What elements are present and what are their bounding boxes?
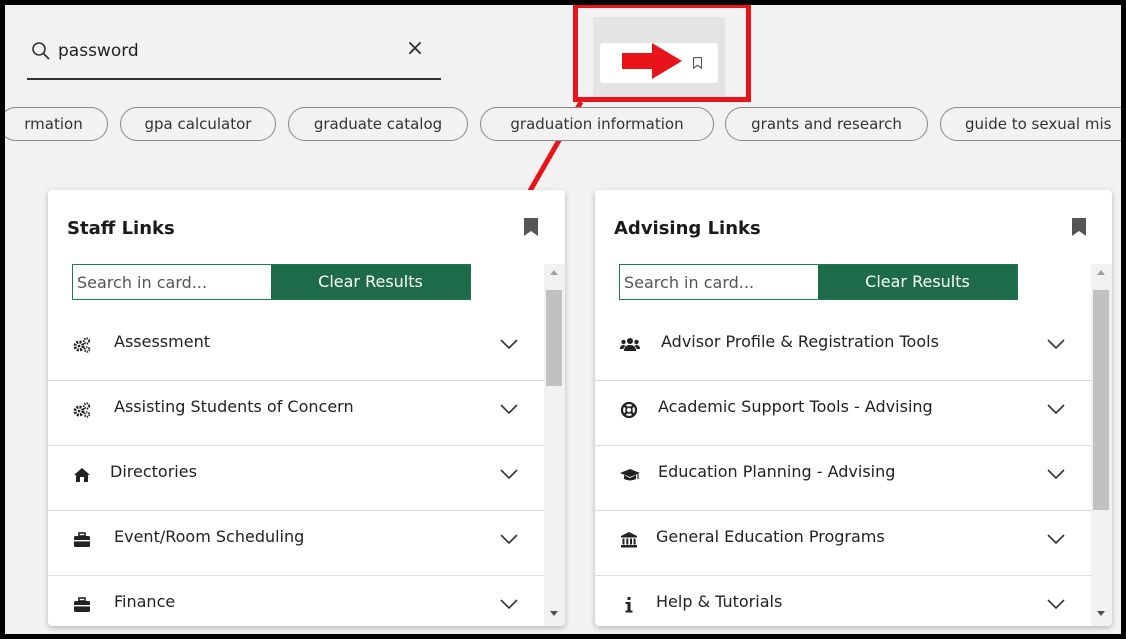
bookmark-icon[interactable] <box>524 218 538 236</box>
list-item-label: Directories <box>110 462 197 481</box>
app-frame: × rmation gpa calculator graduate catalo… <box>5 5 1121 634</box>
scrollbar-thumb[interactable] <box>546 290 562 386</box>
home-icon <box>74 468 90 482</box>
card-title: Advising Links <box>614 218 761 239</box>
clear-results-button[interactable]: Clear Results <box>271 265 470 299</box>
card-search: Clear Results <box>619 264 1018 300</box>
life-ring-icon <box>620 401 638 419</box>
list-item[interactable]: Help & Tutorials <box>595 576 1091 626</box>
list-item[interactable]: Education Planning - Advising <box>595 446 1091 511</box>
list-item-label: Finance <box>114 592 176 611</box>
chevron-down-icon <box>500 534 518 545</box>
briefcase-icon <box>74 597 90 612</box>
card-title: Staff Links <box>67 218 175 239</box>
list-item[interactable]: Assisting Students of Concern <box>48 381 544 446</box>
scroll-down-icon[interactable] <box>550 611 558 616</box>
search-input[interactable] <box>58 35 398 67</box>
link-list: Assessment Assisting Students of Concern… <box>48 316 544 626</box>
list-item[interactable]: Advisor Profile & Registration Tools <box>595 316 1091 381</box>
chevron-down-icon <box>500 404 518 415</box>
users-icon <box>620 338 640 351</box>
card-search-input[interactable] <box>620 265 818 299</box>
chevron-down-icon <box>500 599 518 610</box>
staff-links-card: Staff Links Clear Results Assessment <box>48 190 565 626</box>
clear-search-icon[interactable]: × <box>403 37 427 61</box>
scrollbar[interactable] <box>544 264 565 626</box>
search-icon <box>32 42 50 60</box>
list-item-label: Assisting Students of Concern <box>114 397 354 416</box>
chip[interactable]: guide to sexual mis <box>940 107 1121 141</box>
list-item-label: Help & Tutorials <box>656 592 783 611</box>
chip[interactable]: graduation information <box>480 107 714 141</box>
card-search: Clear Results <box>72 264 471 300</box>
list-item-label: Assessment <box>114 332 210 351</box>
list-item[interactable]: Academic Support Tools - Advising <box>595 381 1091 446</box>
list-item[interactable]: Assessment <box>48 316 544 381</box>
list-item-label: Academic Support Tools - Advising <box>658 397 933 416</box>
chip[interactable]: rmation <box>5 107 108 141</box>
bookmark-icon[interactable] <box>1072 218 1086 236</box>
annotation-highlight-box <box>573 5 751 102</box>
graduation-cap-icon <box>620 469 640 481</box>
scroll-up-icon[interactable] <box>1097 270 1105 275</box>
clear-results-button[interactable]: Clear Results <box>818 265 1017 299</box>
search-bar: × <box>27 35 441 80</box>
suggestion-chips: rmation gpa calculator graduate catalog … <box>5 107 1121 141</box>
chevron-down-icon <box>1047 404 1065 415</box>
card-search-input[interactable] <box>73 265 271 299</box>
list-item-label: Event/Room Scheduling <box>114 527 305 546</box>
advising-links-card: Advising Links Clear Results Advisor Pro… <box>595 190 1112 626</box>
list-item[interactable]: Finance <box>48 576 544 626</box>
list-item[interactable]: Directories <box>48 446 544 511</box>
cogs-icon <box>73 337 91 353</box>
briefcase-icon <box>74 532 90 547</box>
list-item-label: Education Planning - Advising <box>658 462 896 481</box>
chevron-down-icon <box>500 339 518 350</box>
university-icon <box>621 532 637 548</box>
chip[interactable]: grants and research <box>725 107 928 141</box>
list-item-label: Advisor Profile & Registration Tools <box>661 332 939 351</box>
scroll-down-icon[interactable] <box>1097 611 1105 616</box>
scrollbar-thumb[interactable] <box>1093 290 1109 510</box>
chevron-down-icon <box>1047 599 1065 610</box>
chevron-down-icon <box>500 469 518 480</box>
scroll-up-icon[interactable] <box>550 270 558 275</box>
chevron-down-icon <box>1047 469 1065 480</box>
chip[interactable]: gpa calculator <box>120 107 276 141</box>
scrollbar[interactable] <box>1091 264 1112 626</box>
list-item-label: General Education Programs <box>656 527 885 546</box>
link-list: Advisor Profile & Registration Tools Aca… <box>595 316 1091 626</box>
info-icon <box>625 597 633 613</box>
chevron-down-icon <box>1047 534 1065 545</box>
chevron-down-icon <box>1047 339 1065 350</box>
cogs-icon <box>73 402 91 418</box>
list-item[interactable]: Event/Room Scheduling <box>48 511 544 576</box>
chip[interactable]: graduate catalog <box>288 107 468 141</box>
list-item[interactable]: General Education Programs <box>595 511 1091 576</box>
